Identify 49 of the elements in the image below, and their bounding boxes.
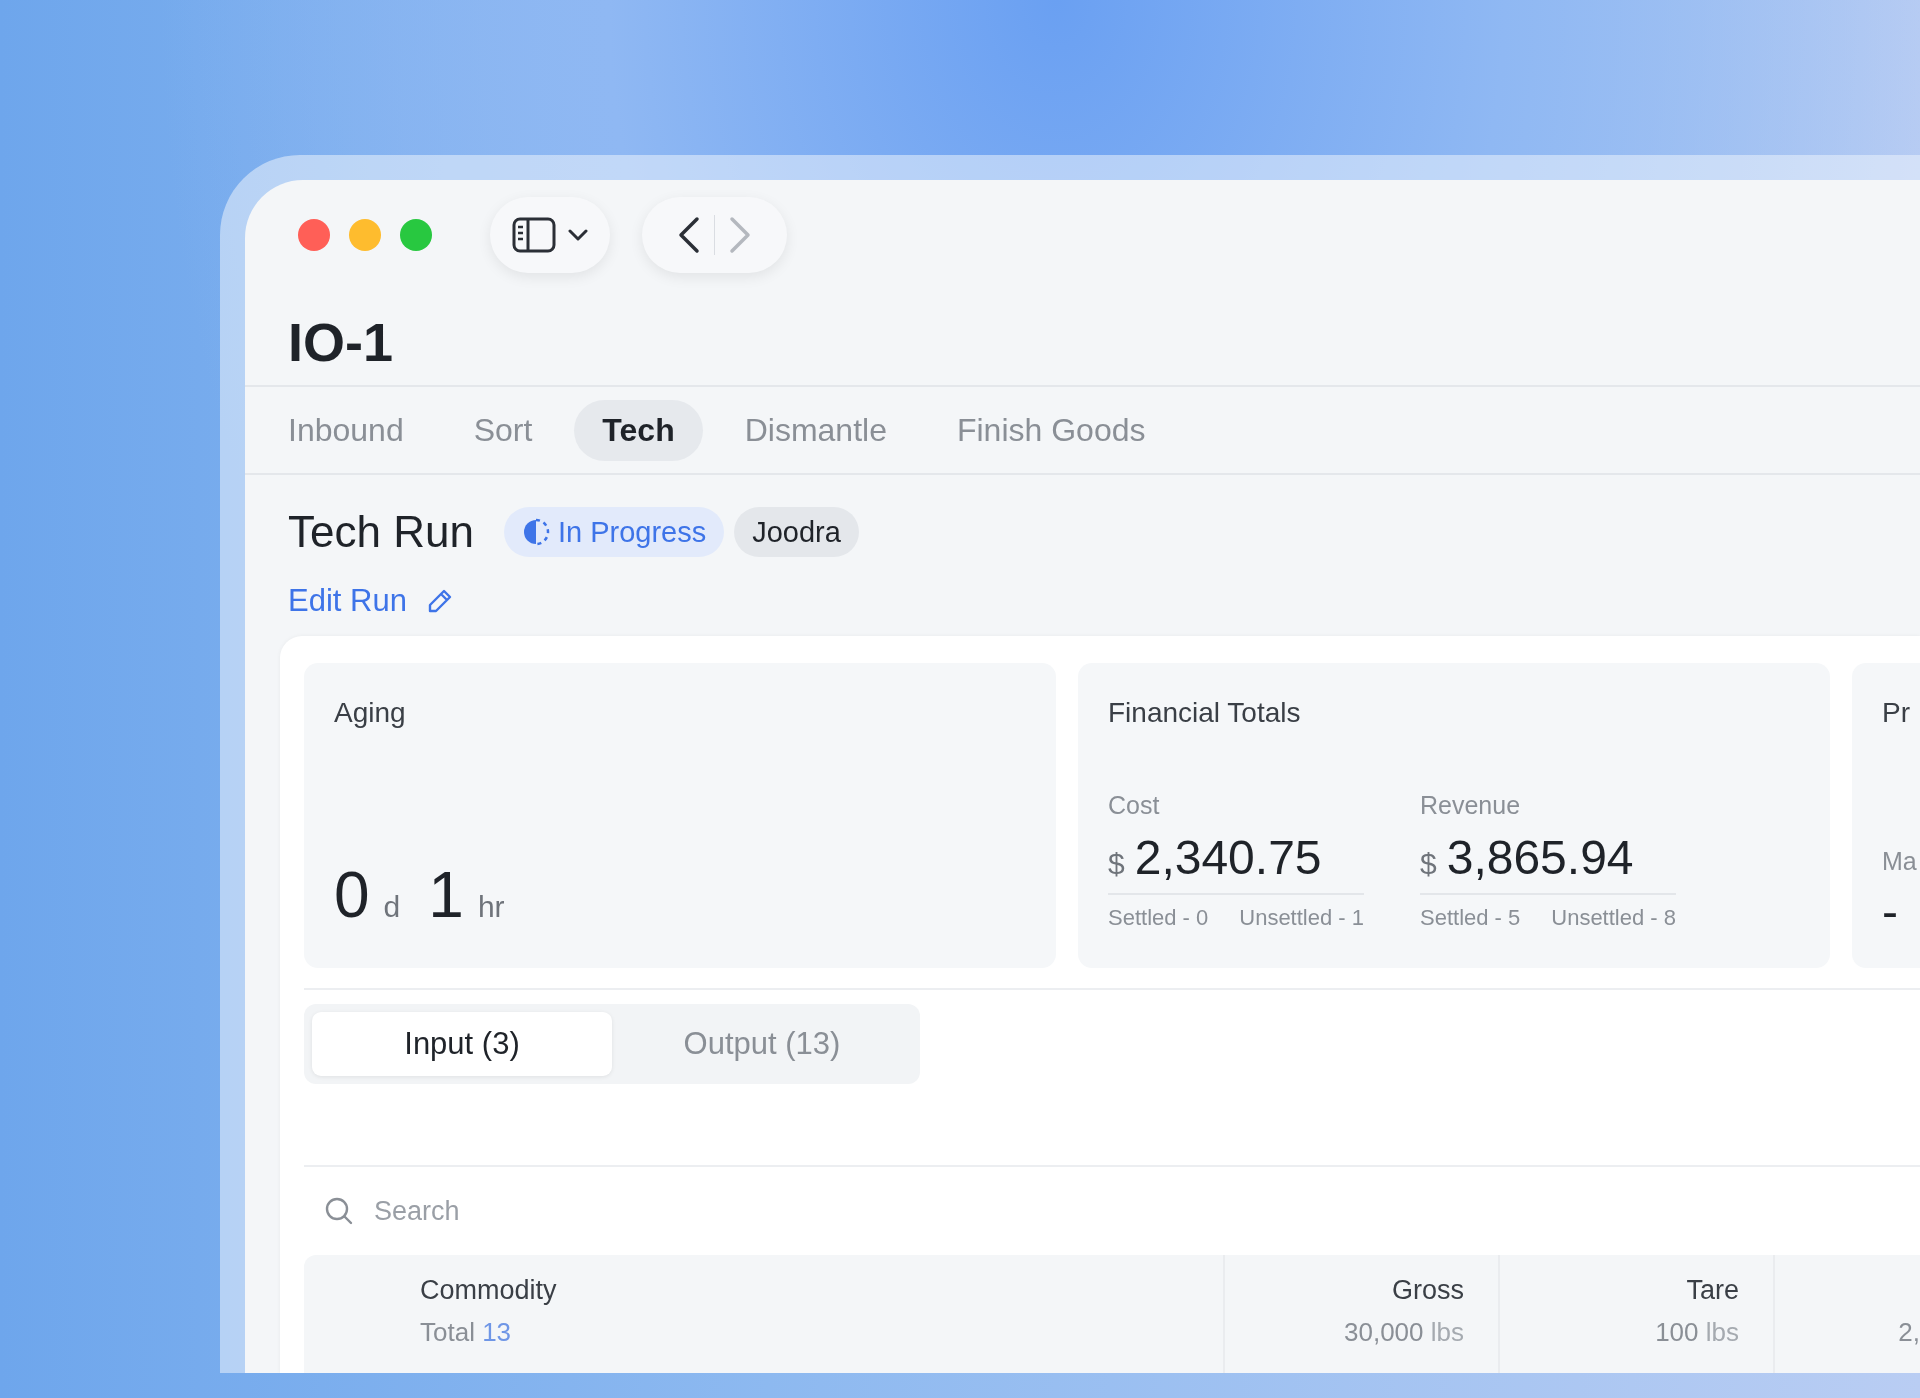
window-control[interactable]	[400, 219, 432, 252]
settled-count: Settled - 5	[1420, 905, 1521, 931]
search-icon	[324, 1196, 354, 1226]
column-total: 30,000 lbs	[1344, 1317, 1464, 1348]
tab[interactable]: Tech	[574, 399, 703, 461]
pencil-icon	[426, 588, 453, 615]
chevron-right-icon	[729, 216, 751, 255]
card-title: Financial Totals	[1108, 697, 1302, 729]
unsettled-count: Unsettled - 1	[1239, 905, 1364, 931]
search-field[interactable]: Search	[372, 1194, 776, 1228]
column-total: Total 13	[420, 1317, 513, 1348]
chevron-down-icon	[568, 228, 588, 243]
days-unit: d	[383, 890, 401, 924]
amount-value: 3,865.94	[1446, 830, 1634, 885]
column-total: 100 lbs	[1655, 1317, 1739, 1348]
section-title: Tech Run	[288, 507, 474, 558]
window-control[interactable]	[298, 219, 330, 252]
edit-link[interactable]: Edit Run	[288, 583, 453, 620]
column-header: Tare	[1686, 1275, 1739, 1307]
unsettled-count: Unsettled - 8	[1551, 905, 1676, 931]
amount-label: Cost	[1108, 791, 1161, 820]
progress-icon	[521, 518, 550, 547]
window-control[interactable]	[349, 219, 381, 252]
segment-tab[interactable]: Output (13)	[612, 1012, 912, 1076]
sidebar-icon	[512, 217, 556, 254]
card-title: Pr	[1882, 697, 1911, 729]
tab[interactable]: Sort	[445, 399, 561, 461]
column-total: 2,	[1898, 1317, 1920, 1348]
days-value: 0	[334, 858, 370, 932]
currency-symbol: $	[1420, 847, 1437, 881]
amount-value: 2,340.75	[1134, 830, 1322, 885]
segment-tab[interactable]: Input (3)	[312, 1012, 612, 1076]
hours-unit: hr	[477, 890, 505, 924]
tab[interactable]: Dismantle	[716, 399, 915, 461]
assignee-badge: Joodra	[734, 507, 859, 558]
tab[interactable]: Inbound	[260, 399, 432, 461]
tab[interactable]: Finish Goods	[928, 399, 1174, 461]
settled-count: Settled - 0	[1108, 905, 1209, 931]
column-header: Gross	[1392, 1275, 1464, 1307]
chevron-left-icon	[678, 216, 700, 255]
column-header: Commodity	[420, 1275, 558, 1307]
status-label: In Progress	[557, 515, 707, 549]
card-title: Aging	[334, 697, 407, 729]
metric-value: -	[1882, 884, 1899, 939]
metric-label: Ma	[1882, 847, 1918, 876]
amount-label: Revenue	[1420, 791, 1522, 820]
hours-value: 1	[428, 858, 464, 932]
currency-symbol: $	[1108, 847, 1125, 881]
page-title: IO-1	[245, 290, 1920, 388]
